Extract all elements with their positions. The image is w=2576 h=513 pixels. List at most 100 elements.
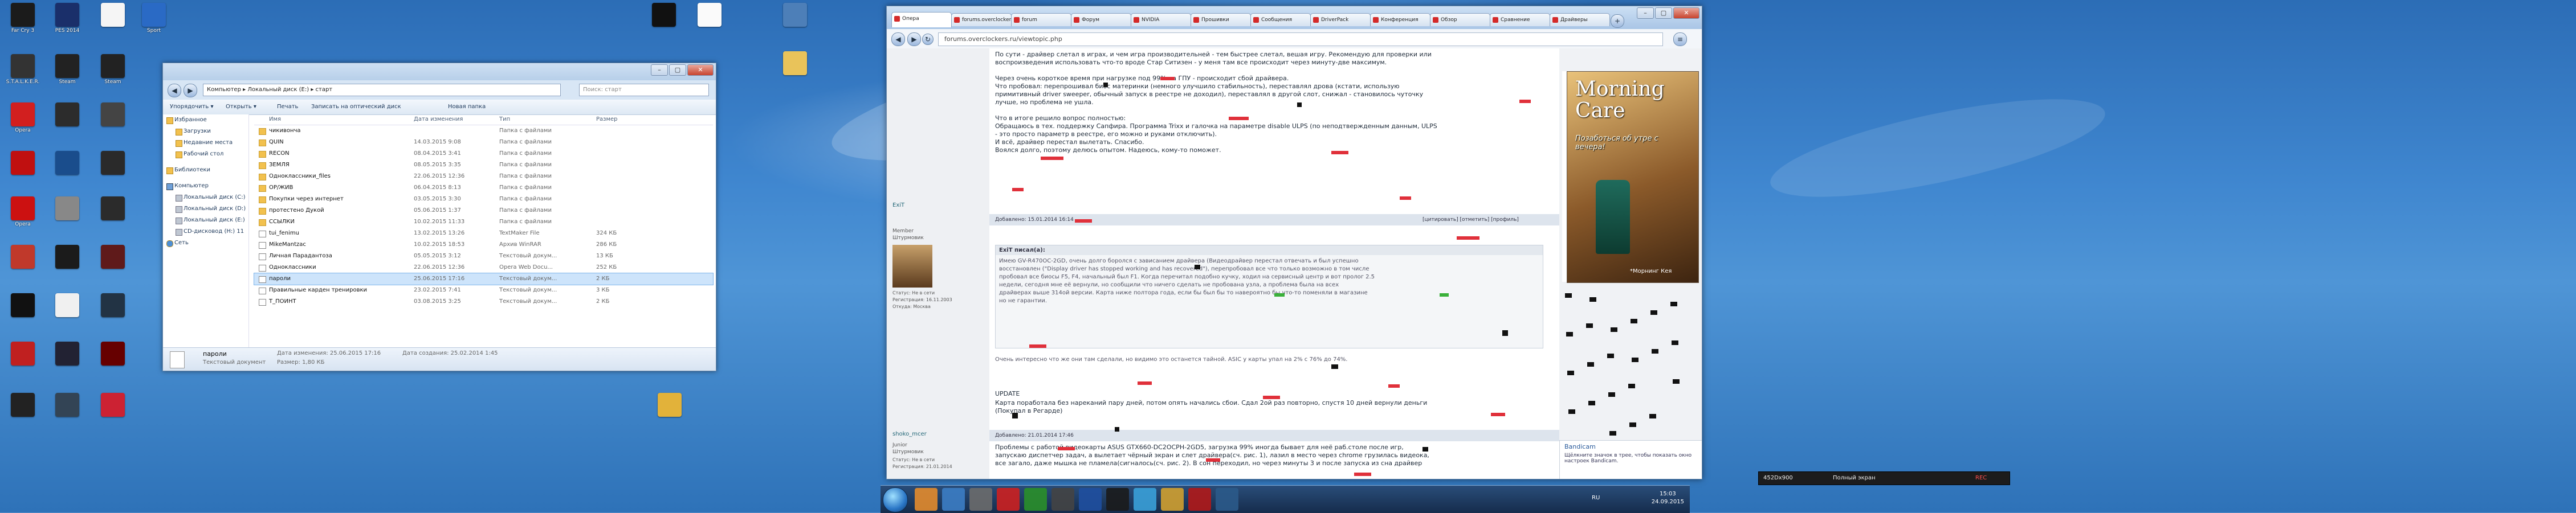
column-name[interactable]: Имя [269,116,281,122]
file-row[interactable]: tui_fenimu 13.02.2015 13:26 TextMaker File… [254,228,713,239]
file-row[interactable]: пароли 25.06.2015 17:16 Текстовый докум...… [254,273,714,285]
browser-forward-button[interactable]: ▶ [907,32,921,46]
explorer-window[interactable]: – ▢ ✕ ◀ ▶ Компьютер ▸ Локальный диск (E:… [162,63,716,371]
taskbar-app-icon[interactable] [1216,488,1238,511]
address-input[interactable]: forums.overclockers.ru/viewtopic.php [938,32,1663,46]
desktop-icon-cs2[interactable] [93,102,133,128]
rec-mode[interactable]: Полный экран [1833,472,1876,485]
taskbar-app-icon[interactable] [1051,488,1074,511]
desktop-icon-steam1[interactable]: Steam [47,54,87,85]
column-type[interactable]: Тип [499,116,510,122]
desktop-icon-g15[interactable] [3,393,43,418]
desktop-icon-sport[interactable]: Sport [134,3,174,34]
taskbar-app-icon[interactable] [1079,488,1102,511]
file-row[interactable]: чикивонча Папка с файлами [254,125,713,137]
nav-item[interactable]: Сеть [163,237,248,249]
file-row[interactable]: Покупки через интернет 03.05.2015 3:30 Пап… [254,194,713,205]
recording-toolbar[interactable]: 452Dx900 Полный экран REC [1758,471,2010,485]
nav-item[interactable]: CD-дисковод (H:) 11 [163,226,248,237]
desktop-icon-g9[interactable] [3,293,43,318]
file-row[interactable]: T_ПОИНТ 03.08.2015 3:25 Текстовый докум...… [254,296,713,307]
desktop-icon-zip[interactable] [650,393,690,418]
file-row[interactable]: QUIN 14.03.2015 9:08 Папка с файлами [254,137,713,148]
post-2-user[interactable]: ExiT [892,202,989,208]
desktop-icon-g14[interactable] [93,342,133,367]
nav-item[interactable]: Недавние места [163,137,248,149]
desktop-icon-doc1[interactable] [93,3,133,28]
file-row[interactable]: Одноклассники_files 22.06.2015 12:36 Папка… [254,171,713,182]
post-3-user[interactable]: shoko_mcer [892,431,927,437]
nav-item[interactable]: Компьютер [163,180,248,192]
desktop-icon-g16[interactable] [47,393,87,418]
desktop-icon-op2[interactable]: Opera [3,196,43,228]
new-folder-button[interactable]: Новая папка [448,104,486,110]
taskbar-app-icon[interactable] [969,488,992,511]
taskbar-app-icon[interactable] [997,488,1020,511]
browser-tab[interactable]: NVIDIA [1131,13,1191,26]
desktop-icon-g4[interactable] [47,196,87,221]
desktop-icon-steam2[interactable]: Steam [93,54,133,85]
browser-back-button[interactable]: ◀ [891,32,905,46]
taskbar-app-icon[interactable] [1161,488,1184,511]
desktop-icon-opera[interactable]: Opera [3,102,43,134]
browser-tab[interactable]: forums.overclockers.ru [951,13,1012,26]
file-row[interactable]: RECON 08.04.2015 3:41 Папка с файлами [254,148,713,159]
desktop-icon-fc3[interactable]: Far Cry 3 [3,3,43,34]
taskbar-app-icon[interactable] [1024,488,1047,511]
maximize-button[interactable]: ▢ [669,64,686,76]
column-date[interactable]: Дата изменения [414,116,463,122]
file-row[interactable]: OP/ЖИВ 06.04.2015 8:13 Папка с файлами [254,182,713,194]
file-row[interactable]: ЗЕМЛЯ 08.05.2015 3:35 Папка с файлами [254,159,713,171]
browser-titlebar[interactable]: Опера forums.overclockers.ru forum Форум NVI… [887,6,1702,29]
browser-tab[interactable]: Обзор [1430,13,1490,26]
browser-maximize-button[interactable]: ▢ [1655,7,1672,19]
desktop-icon-g12[interactable] [3,342,43,367]
taskbar-app-icon[interactable] [1134,488,1156,511]
nav-item[interactable]: Библиотеки [163,165,248,176]
open-button[interactable]: Открыть ▾ [226,104,256,110]
desktop-icon-g6[interactable] [3,245,43,270]
desktop-icon-pes[interactable]: PES 2014 [47,3,87,34]
desktop-icon-g10[interactable] [47,293,87,318]
advert-banner[interactable]: Morning Care Позаботься об утре с вечера!… [1562,71,1699,283]
nav-item[interactable]: Локальный диск (C:) [163,192,248,203]
browser-tab[interactable]: Конференция [1370,13,1430,26]
file-row[interactable]: Личная Парадантоза 05.05.2015 3:12 Текстов… [254,251,713,262]
file-row[interactable]: протестено Дукой 05.06.2015 1:37 Папка с ф… [254,205,713,216]
desktop-icon-g2[interactable] [47,151,87,176]
new-tab-button[interactable]: + [1611,14,1624,28]
forward-button[interactable]: ▶ [184,84,197,97]
browser-tab[interactable]: Сообщения [1250,13,1311,26]
bandicam-notification[interactable]: Bandicam Щёлкните значок в трее, чтобы п… [1559,440,1702,479]
browser-tab[interactable]: Драйверы [1550,13,1610,26]
minimize-button[interactable]: – [651,64,668,76]
desktop-icon-newdoc[interactable] [690,3,729,28]
rec-button[interactable]: REC [1975,472,1987,485]
address-bar[interactable]: Компьютер ▸ Локальный диск (E:) ▸ старт [203,84,561,96]
search-input[interactable]: Поиск: старт [579,84,709,96]
post-2-actions[interactable]: [цитировать] [отметить] [профиль] [1422,214,1519,225]
nav-item[interactable]: Рабочий стол [163,149,248,160]
nav-item[interactable]: Избранное [163,114,248,126]
column-size[interactable]: Размер [596,116,618,122]
desktop-icon-g5[interactable] [93,196,133,221]
desktop-icon-nfs[interactable] [644,3,684,28]
desktop-icon-folder1[interactable] [775,51,815,76]
close-button[interactable]: ✕ [687,64,714,76]
print-button[interactable]: Печать [277,104,298,110]
browser-tab[interactable]: Сравнение [1490,13,1550,26]
taskbar-app-icon[interactable] [1188,488,1211,511]
desktop-icon-gm[interactable] [3,151,43,176]
taskbar-app-icon[interactable] [942,488,965,511]
browser-tab[interactable]: Опера [891,12,952,27]
browser-close-button[interactable]: ✕ [1673,7,1699,19]
browser-tab[interactable]: DriverPack [1310,13,1371,26]
back-button[interactable]: ◀ [168,84,181,97]
desktop-icon-stalker[interactable]: S.T.A.L.K.E.R. [3,54,43,85]
desktop-icon-g8[interactable] [93,245,133,270]
file-row[interactable]: Одноклассники 22.06.2015 12:36 Opera Web D… [254,262,713,273]
browser-minimize-button[interactable]: – [1637,7,1654,19]
browser-tab[interactable]: Прошивки [1191,13,1251,26]
desktop-icon-cs1[interactable] [47,102,87,128]
desktop-icon-g17[interactable] [93,393,133,418]
